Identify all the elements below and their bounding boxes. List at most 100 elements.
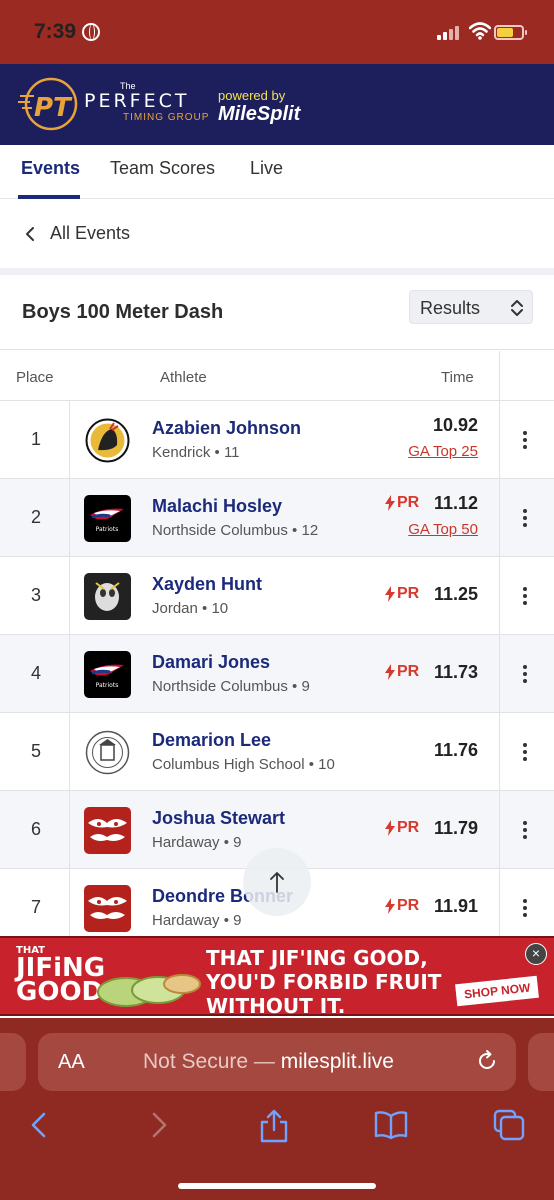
column-divider <box>499 401 500 478</box>
athlete-name-link[interactable]: Demarion Lee <box>152 730 271 751</box>
ad-headline: THAT JIF'ING GOOD, YOU'D FORBID FRUIT WI… <box>206 946 442 1016</box>
column-divider <box>499 635 500 712</box>
athlete-team-grade: Northside Columbus • 9 <box>152 678 310 695</box>
tab-team-scores[interactable]: Team Scores <box>110 158 215 179</box>
column-divider <box>69 557 70 634</box>
column-divider <box>69 479 70 556</box>
jacket-logo <box>84 573 131 620</box>
athlete-name-link[interactable]: Damari Jones <box>152 652 270 673</box>
athlete-team-grade: Columbus High School • 10 <box>152 756 335 773</box>
chevron-left-icon[interactable] <box>24 226 36 242</box>
column-divider <box>499 557 500 634</box>
wifi-icon <box>469 22 491 40</box>
ad-brand-logo: THAT JIFiNG GOOD <box>16 946 105 1007</box>
bookmarks-book-icon[interactable] <box>373 1108 409 1142</box>
place-number: 1 <box>30 429 41 449</box>
back-arrow-icon[interactable] <box>28 1108 50 1142</box>
results-table-header: Place Athlete Time <box>0 351 554 401</box>
lightning-bolt-icon <box>385 586 395 602</box>
more-options-icon[interactable] <box>523 587 527 608</box>
tabs-overview-icon[interactable] <box>492 1108 526 1142</box>
column-divider <box>69 713 70 790</box>
result-time: 10.92 <box>432 415 478 435</box>
chevron-updown-icon <box>511 300 523 316</box>
result-time: 11.91 <box>433 896 478 916</box>
powered-by-text: powered by <box>218 88 286 103</box>
brand-perfect-text: PERFECT <box>84 90 190 112</box>
columbus-seal-logo <box>84 729 131 776</box>
pr-label: PR <box>397 494 420 511</box>
cellular-signal-icon <box>437 26 459 40</box>
lightning-bolt-icon <box>385 898 395 914</box>
patriots-logo: Patriots <box>84 495 131 542</box>
more-options-icon[interactable] <box>523 665 527 686</box>
previous-tab-pill[interactable] <box>0 1033 26 1091</box>
result-time: 11.76 <box>433 740 478 760</box>
tab-bar: Events Team Scores Live <box>0 145 554 199</box>
column-divider <box>69 791 70 868</box>
home-indicator <box>178 1183 376 1189</box>
more-options-icon[interactable] <box>523 509 527 530</box>
clock-time: 7:39 <box>34 20 77 43</box>
next-tab-pill[interactable] <box>528 1033 554 1091</box>
pr-label: PR <box>397 897 420 914</box>
tab-events[interactable]: Events <box>21 158 80 179</box>
more-options-icon[interactable] <box>523 743 527 764</box>
time-column-header: Time <box>441 369 474 386</box>
milesplit-logo: MileSplit <box>218 103 301 125</box>
personal-record-badge: PR <box>385 663 419 681</box>
place-column-header: Place <box>16 369 54 386</box>
state-rank-link[interactable]: GA Top 25 <box>408 443 478 460</box>
event-title: Boys 100 Meter Dash <box>22 301 224 323</box>
more-options-icon[interactable] <box>523 899 527 920</box>
column-divider <box>499 479 500 556</box>
table-row[interactable]: 1 Azabien Johnson Kendrick • 11 10.92 GA Top… <box>0 401 554 479</box>
kendrick-cherokee-logo <box>84 417 131 464</box>
advertisement-banner[interactable]: THAT JIFiNG GOOD THAT JIF'ING GOOD, YOU'… <box>0 936 554 1016</box>
table-row[interactable]: 3 Xayden Hunt Jordan • 10 PR 11.25 <box>0 557 554 635</box>
all-events-link[interactable]: All Events <box>50 223 130 244</box>
forward-arrow-icon[interactable] <box>148 1108 170 1142</box>
lightning-bolt-icon <box>385 820 395 836</box>
personal-record-badge: PR <box>385 897 419 915</box>
hardaway-hawk-logo <box>84 885 131 932</box>
personal-record-badge: PR <box>385 585 419 603</box>
results-view-select[interactable]: Results <box>409 290 533 324</box>
lightning-bolt-icon <box>385 495 395 511</box>
hardaway-hawk-logo <box>84 807 131 854</box>
athlete-name-link[interactable]: Azabien Johnson <box>152 418 301 439</box>
scroll-to-top-button[interactable] <box>243 848 311 916</box>
location-globe-icon <box>82 23 101 41</box>
reader-options-button[interactable]: AA <box>58 1051 85 1074</box>
column-divider <box>69 401 70 478</box>
pr-label: PR <box>397 819 420 836</box>
athlete-team-grade: Kendrick • 11 <box>152 444 240 461</box>
url-security-label: Not Secure — <box>143 1050 281 1073</box>
lightning-bolt-icon <box>385 664 395 680</box>
more-options-icon[interactable] <box>523 431 527 452</box>
table-row[interactable]: 4 Patriots Damari Jones Northside Columbus … <box>0 635 554 713</box>
athlete-team-grade: Hardaway • 9 <box>152 834 242 851</box>
url-display[interactable]: Not Secure — milesplit.live <box>143 1050 394 1074</box>
column-divider <box>499 791 500 868</box>
pr-label: PR <box>397 585 420 602</box>
results-view-value: Results <box>420 298 481 318</box>
state-rank-link[interactable]: GA Top 50 <box>408 521 478 538</box>
share-icon[interactable] <box>258 1108 290 1144</box>
active-tab-indicator <box>18 195 80 199</box>
tab-live[interactable]: Live <box>250 158 283 179</box>
athlete-name-link[interactable]: Xayden Hunt <box>152 574 262 595</box>
ad-close-icon[interactable]: × <box>525 943 547 965</box>
athlete-team-grade: Hardaway • 9 <box>152 912 242 929</box>
athlete-name-link[interactable]: Malachi Hosley <box>152 496 282 517</box>
more-options-icon[interactable] <box>523 821 527 842</box>
athlete-name-link[interactable]: Joshua Stewart <box>152 808 285 829</box>
place-number: 3 <box>30 585 41 605</box>
personal-record-badge: PR <box>385 819 419 837</box>
table-row[interactable]: 5 Demarion Lee Columbus High School • 10 11… <box>0 713 554 791</box>
column-divider <box>69 635 70 712</box>
section-divider <box>0 268 554 275</box>
ad-brand-line2: GOOD <box>16 977 104 1007</box>
table-row[interactable]: 2 Patriots Malachi Hosley Northside Columbu… <box>0 479 554 557</box>
reload-icon[interactable] <box>475 1049 499 1073</box>
